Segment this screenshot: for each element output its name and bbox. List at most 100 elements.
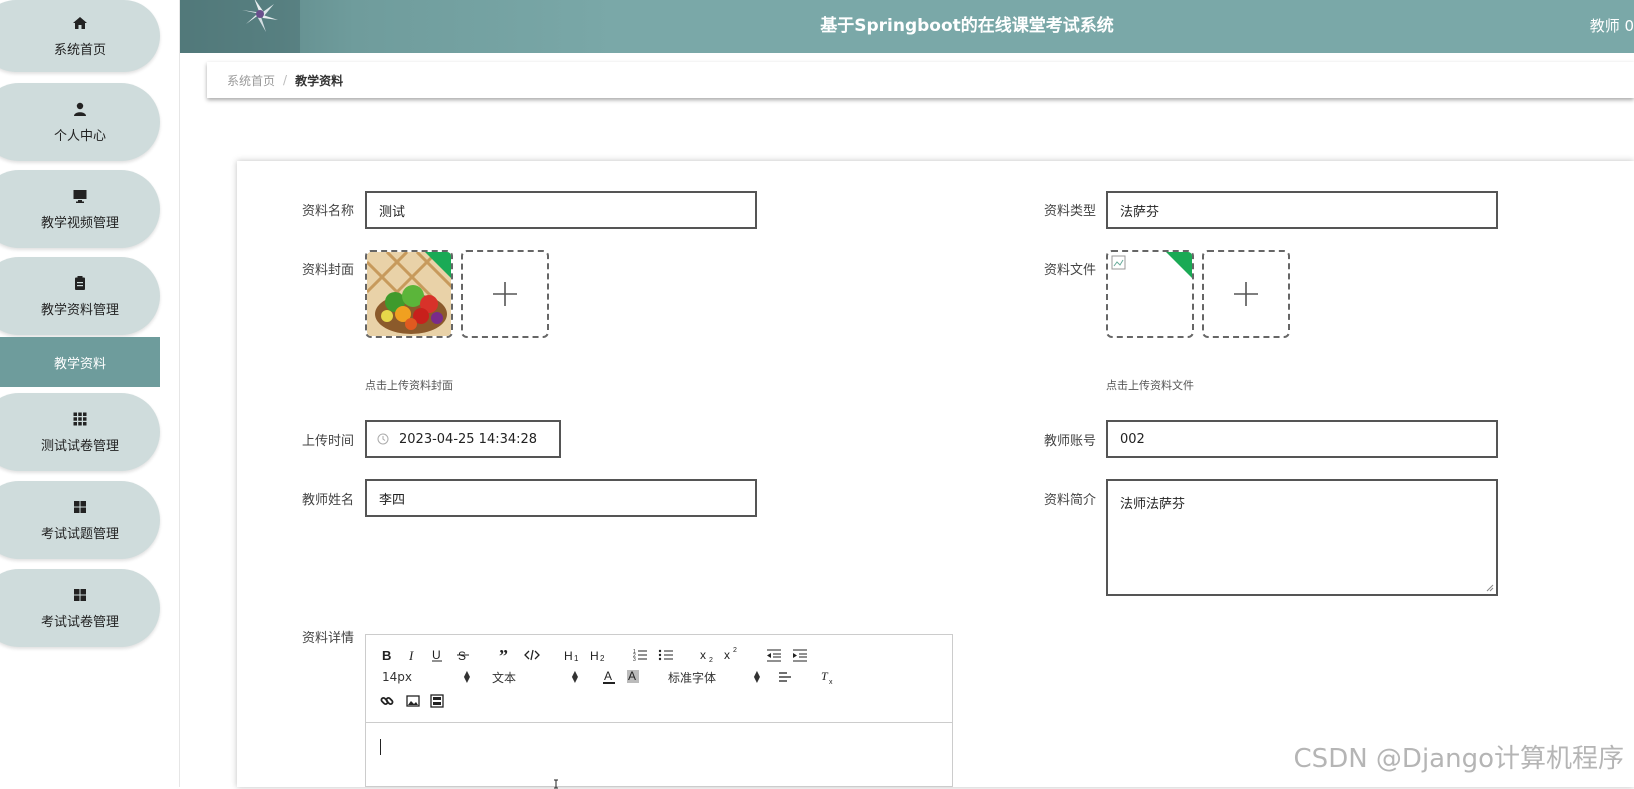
teacher-account-label: 教师账号 — [1020, 430, 1096, 449]
grid-icon — [72, 587, 88, 603]
subscript-icon: x2 — [700, 648, 716, 662]
svg-text:2: 2 — [709, 657, 713, 662]
summary-textarea[interactable]: 法师法萨芬 — [1106, 479, 1498, 596]
editor-content[interactable] — [366, 723, 952, 787]
svg-text:x: x — [829, 679, 833, 685]
clear-format-button[interactable]: Tx — [820, 667, 836, 687]
background-color-button[interactable]: A — [626, 667, 640, 687]
heading1-icon: H1 — [564, 648, 582, 662]
sidebar-item-profile[interactable]: 个人中心 — [0, 83, 160, 161]
sidebar-item-video-management[interactable]: 教学视频管理 — [0, 170, 160, 248]
sidebar-item-exam-paper-management[interactable]: 考试试卷管理 — [0, 569, 160, 647]
svg-text:A: A — [604, 669, 612, 683]
heading1-button[interactable]: H1 — [564, 645, 582, 665]
svg-text:H: H — [590, 649, 599, 662]
superscript-button[interactable]: x2 — [724, 643, 740, 663]
align-left-icon — [778, 670, 792, 684]
bullet-list-button[interactable] — [658, 645, 674, 665]
clipboard-icon — [72, 275, 88, 291]
paragraph-value: 文本 — [492, 669, 516, 686]
sidebar-item-label: 教学视频管理 — [41, 212, 119, 231]
subscript-button[interactable]: x2 — [700, 645, 716, 665]
resize-handle-icon[interactable] — [1486, 584, 1494, 592]
details-label: 资料详情 — [280, 627, 354, 646]
clock-icon — [377, 433, 389, 445]
outdent-icon — [766, 648, 782, 662]
indent-icon — [792, 648, 808, 662]
select-arrows-icon: ▲▼ — [572, 671, 578, 683]
sidebar-item-label: 教学资料管理 — [41, 299, 119, 318]
italic-icon: I — [406, 648, 420, 662]
upload-time-picker[interactable]: 2023-04-25 14:34:28 — [365, 420, 561, 458]
bold-button[interactable]: B — [380, 645, 394, 665]
sidebar-subitem-material[interactable]: 教学资料 — [0, 337, 160, 387]
svg-text:A: A — [628, 669, 636, 683]
heading2-button[interactable]: H2 — [590, 645, 608, 665]
sidebar-item-test-paper-management[interactable]: 测试试卷管理 — [0, 393, 160, 471]
svg-text:B: B — [382, 648, 391, 662]
link-button[interactable] — [380, 691, 394, 711]
breadcrumb-current: 教学资料 — [295, 72, 343, 89]
cover-thumbnail[interactable] — [365, 250, 453, 338]
quote-icon: ” — [498, 648, 514, 662]
svg-text:I: I — [408, 648, 414, 662]
type-field[interactable]: 法萨芬 — [1106, 191, 1498, 229]
font-size-select[interactable]: 14px ▲▼ — [382, 667, 470, 687]
svg-text:U: U — [432, 648, 441, 662]
plus-icon — [1232, 280, 1260, 308]
text-color-button[interactable]: A — [602, 667, 616, 687]
font-family-select[interactable]: 标准字体 ▲▼ — [668, 667, 760, 687]
teacher-name-field[interactable]: 李四 — [365, 479, 757, 517]
outdent-button[interactable] — [766, 645, 782, 665]
sidebar-item-label: 考试试题管理 — [41, 523, 119, 542]
file-thumbnail[interactable] — [1106, 250, 1194, 338]
svg-text:2: 2 — [733, 647, 737, 654]
editor-toolbar: B I U S ” H1 H2 123 x2 x2 14px ▲▼ 文本 ▲▼ … — [366, 635, 952, 723]
cover-hint: 点击上传资料封面 — [365, 377, 453, 393]
underline-icon: U — [430, 648, 444, 662]
sidebar-item-label: 个人中心 — [54, 125, 106, 144]
code-icon — [524, 648, 540, 662]
sidebar-item-material-management[interactable]: 教学资料管理 — [0, 257, 160, 335]
image-button[interactable] — [406, 691, 420, 711]
code-block-button[interactable] — [524, 645, 540, 665]
svg-text:1: 1 — [574, 654, 579, 662]
strike-button[interactable]: S — [456, 645, 470, 665]
sidebar-item-question-management[interactable]: 考试试题管理 — [0, 481, 160, 559]
file-label: 资料文件 — [1020, 259, 1096, 278]
broken-image-icon — [1111, 255, 1127, 271]
cover-upload-button[interactable] — [461, 250, 549, 338]
link-icon — [380, 694, 394, 708]
name-field[interactable]: 测试 — [365, 191, 757, 229]
ordered-list-button[interactable]: 123 — [632, 645, 648, 665]
sidebar-item-label: 测试试卷管理 — [41, 435, 119, 454]
select-arrows-icon: ▲▼ — [754, 671, 760, 683]
italic-button[interactable]: I — [406, 645, 420, 665]
indent-button[interactable] — [792, 645, 808, 665]
user-icon — [72, 101, 88, 117]
sidebar-item-home[interactable]: 系统首页 — [0, 0, 160, 72]
upload-time-value: 2023-04-25 14:34:28 — [399, 432, 537, 447]
svg-text:3: 3 — [633, 657, 636, 662]
strikethrough-icon: S — [456, 648, 470, 662]
plus-icon — [491, 280, 519, 308]
sidebar-subitem-label: 教学资料 — [54, 353, 106, 372]
file-upload-button[interactable] — [1202, 250, 1290, 338]
type-label: 资料类型 — [1020, 200, 1096, 219]
grid-icon — [72, 499, 88, 515]
font-family-value: 标准字体 — [668, 669, 716, 686]
breadcrumb-home[interactable]: 系统首页 — [227, 72, 275, 89]
underline-button[interactable]: U — [430, 645, 444, 665]
name-label: 资料名称 — [280, 200, 354, 219]
teacher-account-field[interactable]: 002 — [1106, 420, 1498, 458]
align-button[interactable] — [778, 667, 792, 687]
summary-value: 法师法萨芬 — [1120, 497, 1185, 512]
user-label[interactable]: 教师 0 — [1590, 0, 1634, 53]
blockquote-button[interactable]: ” — [498, 645, 514, 665]
superscript-icon: x2 — [724, 646, 740, 660]
paragraph-select[interactable]: 文本 ▲▼ — [492, 667, 578, 687]
grid-icon — [72, 411, 88, 427]
video-button[interactable] — [430, 691, 444, 711]
text-caret — [380, 739, 381, 755]
top-header: 基于Springboot的在线课堂考试系统 教师 0 — [180, 0, 1634, 53]
